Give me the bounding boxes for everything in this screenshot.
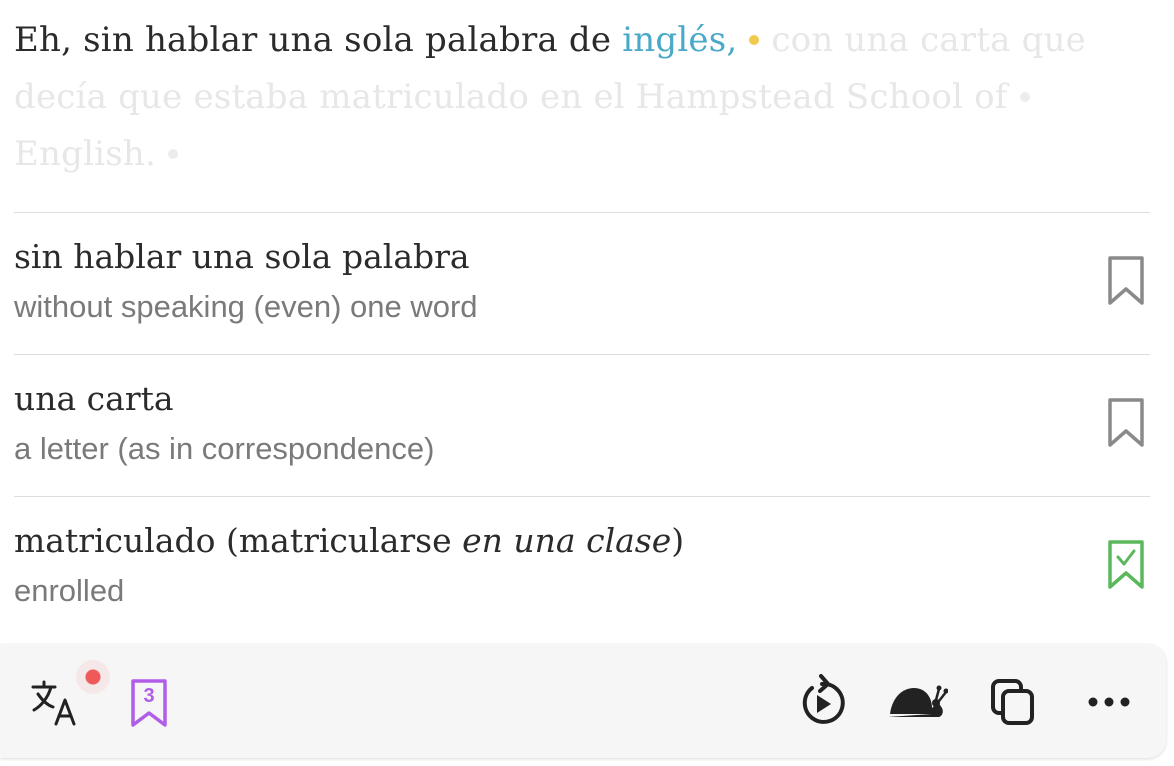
phrase-translation: enrolled — [14, 573, 125, 608]
playhead-dot — [749, 35, 760, 45]
phrase-text: una carta — [14, 379, 174, 418]
segment-dot — [1019, 92, 1030, 102]
phrase-row[interactable]: matriculado (matricularse en una clase) … — [14, 496, 1150, 638]
replay-icon[interactable] — [796, 674, 848, 728]
translate-icon[interactable] — [30, 678, 80, 728]
phrase-text: matriculado (matricularse en una clase) — [14, 521, 684, 560]
snail-icon[interactable] — [886, 680, 948, 722]
phrase-list: sin hablar una sola palabra without spea… — [14, 212, 1150, 638]
phrase-translation: a letter (as in correspondence) — [14, 431, 435, 466]
saved-bookmarks-button[interactable]: 3 — [130, 678, 168, 728]
phrase-text-start: matriculado (matricularse — [14, 521, 463, 560]
phrase-text: sin hablar una sola palabra — [14, 237, 470, 276]
bookmark-icon[interactable] — [1106, 255, 1146, 307]
bookmark-saved-icon[interactable] — [1106, 539, 1146, 591]
phrase-text-italic: en una clase — [462, 521, 672, 560]
segment-dot — [167, 149, 178, 159]
bookmark-icon[interactable] — [1106, 397, 1146, 449]
sentence-upcoming-text-end[interactable]: English. — [14, 134, 156, 174]
copy-icon[interactable] — [990, 678, 1036, 726]
phrase-text-end: ) — [671, 521, 685, 560]
phrase-row[interactable]: sin hablar una sola palabra without spea… — [14, 212, 1150, 354]
sentence-heard-text[interactable]: Eh, sin hablar una sola palabra de — [14, 20, 622, 60]
bottom-toolbar: 3 — [0, 644, 1166, 758]
sentence-active-word[interactable]: inglés, — [622, 20, 737, 60]
phrase-translation: without speaking (even) one word — [14, 289, 478, 324]
phrase-row[interactable]: una carta a letter (as in correspondence… — [14, 354, 1150, 496]
saved-count-badge: 3 — [143, 685, 155, 707]
more-icon[interactable] — [1086, 692, 1134, 712]
transcript-sentence: Eh, sin hablar una sola palabra de inglé… — [14, 12, 1124, 183]
notification-dot — [76, 660, 110, 694]
